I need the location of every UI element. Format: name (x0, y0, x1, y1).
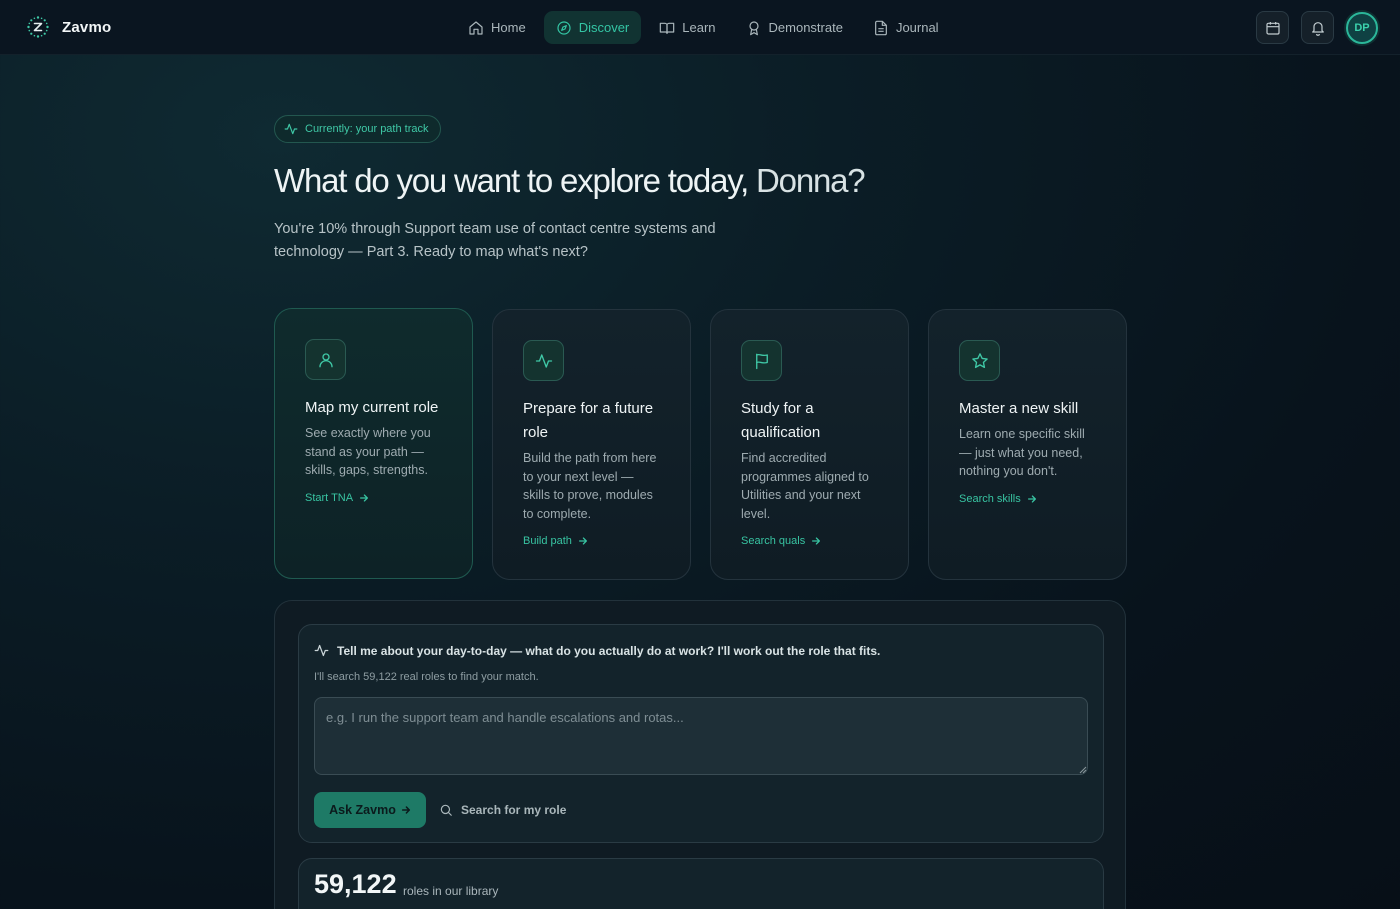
ask-box: Tell me about your day-to-day — what do … (298, 624, 1104, 843)
compass-icon (557, 20, 571, 35)
card-title: Study for a qualification (741, 400, 821, 441)
card-cta-label: Search skills (959, 492, 1021, 505)
ask-button-label: Ask Zavmo (329, 803, 396, 817)
arrow-right-icon (812, 537, 821, 545)
calendar-button[interactable] (1256, 11, 1289, 44)
card-cta-label: Start TNA (305, 491, 354, 504)
page-title: What do you want to explore today, Donna… (274, 162, 866, 200)
search-for-role-button[interactable]: Search for my role (439, 792, 566, 828)
ask-question: Tell me about your day-to-day — what do … (314, 643, 880, 658)
arrow-right-icon (360, 493, 369, 502)
notifications-button[interactable] (1301, 11, 1334, 44)
book-icon (659, 22, 675, 34)
card-icon-box (959, 340, 1000, 381)
card-prepare-future-role[interactable]: Prepare for a future role Build the path… (492, 309, 691, 580)
nav-item-learn[interactable]: Learn (647, 11, 727, 44)
role-finder-panel: Tell me about your day-to-day — what do … (274, 600, 1126, 909)
ask-zavmo-button[interactable]: Ask Zavmo (314, 792, 426, 828)
avatar[interactable]: DP (1346, 11, 1378, 44)
calendar-icon (1265, 21, 1280, 35)
nav-item-demonstrate[interactable]: Demonstrate (734, 11, 855, 44)
bell-icon (1311, 21, 1324, 36)
card-cta-build-path[interactable]: Build path (523, 535, 660, 547)
arrow-right-icon (401, 806, 410, 814)
nav-item-label: Journal (895, 20, 939, 35)
resize-handle-icon[interactable] (1079, 766, 1087, 774)
activity-icon (535, 353, 552, 368)
search-role-label: Search for my role (461, 803, 567, 817)
card-study-qualification[interactable]: Study for a qualification Find accredite… (710, 309, 909, 580)
nav-item-home[interactable]: Home (456, 11, 538, 44)
page-subtitle: You're 10% through Support team use of c… (274, 221, 716, 260)
nav-actions: DP (1256, 11, 1378, 44)
flag-icon (755, 353, 768, 369)
nav-links: Home Discover Learn Demonstrate Journal (456, 11, 951, 44)
card-cta-label: Build path (523, 535, 572, 547)
activity-icon (284, 123, 298, 135)
nav-item-label: Demonstrate (768, 20, 843, 35)
roles-library-stats: 59,122 roles in our library (298, 858, 1104, 909)
card-cta-search-quals[interactable]: Search quals (741, 535, 878, 547)
card-title: Prepare for a future role (523, 400, 654, 441)
card-title: Master a new skill (959, 400, 1079, 417)
roles-count: 59,122 (314, 869, 397, 899)
card-description: Find accredited programmes aligned to Ut… (741, 451, 869, 521)
nav-item-discover[interactable]: Discover (543, 11, 642, 44)
card-description: See exactly where you stand as your path… (305, 426, 431, 477)
explore-options: Map my current role See exactly where yo… (274, 308, 1127, 580)
ask-question-text: Tell me about your day-to-day — what do … (337, 643, 881, 658)
card-cta-search-skills[interactable]: Search skills (959, 493, 1096, 505)
card-cta-start-tna[interactable]: Start TNA (305, 492, 442, 504)
card-icon-box (305, 339, 346, 380)
page-title-prefix: What do you want to explore today, (274, 162, 757, 199)
card-map-current-role[interactable]: Map my current role See exactly where yo… (274, 308, 473, 579)
zavmo-logo-icon (27, 16, 49, 38)
card-icon-box (523, 340, 564, 381)
nav-item-label: Learn (682, 20, 716, 35)
roles-count-label: roles in our library (403, 884, 499, 898)
user-icon (318, 352, 333, 367)
day-to-day-input[interactable] (314, 697, 1088, 775)
top-nav: Zavmo Home Discover Learn Demonstrate Jo… (0, 0, 1400, 55)
star-icon (971, 352, 988, 368)
brand[interactable]: Zavmo (26, 15, 111, 39)
card-description: Build the path from here to your next le… (523, 451, 657, 521)
user-first-name: Donna? (756, 162, 866, 199)
ask-hint: I'll search 59,122 real roles to find yo… (314, 671, 539, 683)
badge-label: Currently: your path track (305, 123, 429, 135)
nav-item-label: Discover (578, 20, 630, 35)
activity-icon (314, 644, 329, 657)
award-icon (748, 20, 759, 35)
card-description: Learn one specific skill — just what you… (959, 427, 1085, 478)
nav-item-label: Home (491, 20, 526, 35)
card-icon-box (741, 340, 782, 381)
nav-item-journal[interactable]: Journal (861, 11, 951, 44)
brand-name: Zavmo (62, 18, 112, 36)
document-icon (875, 20, 887, 35)
home-icon (469, 20, 483, 35)
card-cta-label: Search quals (741, 535, 806, 547)
arrow-right-icon (1027, 494, 1036, 503)
card-master-new-skill[interactable]: Master a new skill Learn one specific sk… (928, 309, 1127, 580)
current-path-badge: Currently: your path track (274, 115, 441, 143)
arrow-right-icon (578, 537, 587, 545)
search-icon (440, 804, 452, 816)
card-title: Map my current role (305, 399, 439, 416)
